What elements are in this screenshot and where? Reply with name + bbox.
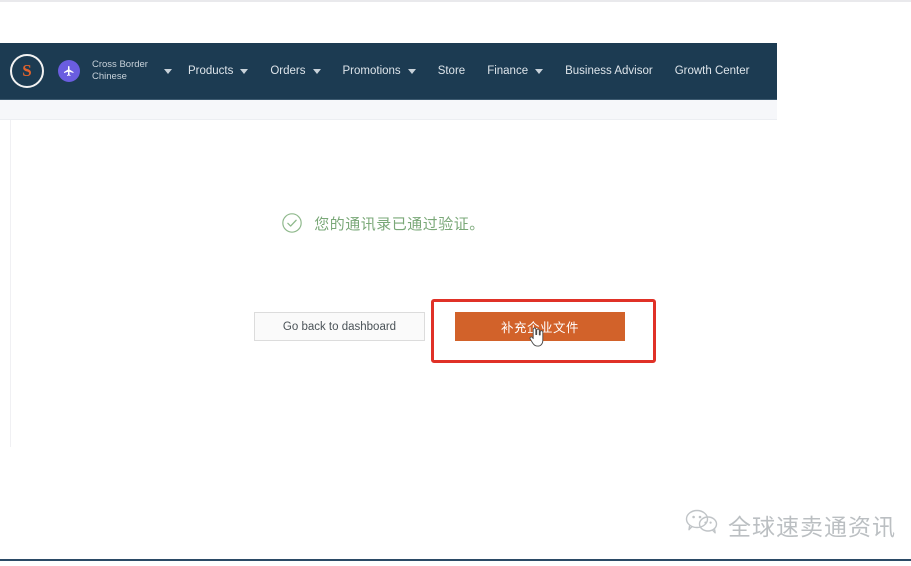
top-navigation-bar: S Cross Border Chinese Products Orders P… xyxy=(0,43,777,99)
supplement-enterprise-documents-button[interactable]: 补充企业文件 xyxy=(455,312,625,341)
circle-check-icon xyxy=(281,212,303,234)
top-divider xyxy=(0,0,911,2)
nav-item-label: Finance xyxy=(487,65,529,77)
nav-item-label: Orders xyxy=(270,65,306,77)
chevron-down-icon xyxy=(240,68,249,74)
verification-success-message: 您的通讯录已通过验证。 xyxy=(0,212,766,234)
nav-item-promotions[interactable]: Promotions xyxy=(343,65,416,77)
nav-item-label: Business Advisor xyxy=(565,65,653,77)
main-content-card xyxy=(10,120,776,447)
go-back-to-dashboard-button[interactable]: Go back to dashboard xyxy=(254,312,425,341)
account-switcher[interactable]: Cross Border Chinese xyxy=(92,59,172,83)
nav-item-orders[interactable]: Orders xyxy=(270,65,321,77)
bottom-divider xyxy=(0,559,911,561)
nav-item-label: Growth Center xyxy=(674,65,750,77)
account-switcher-line2: Chinese xyxy=(92,71,127,82)
wechat-icon xyxy=(685,509,719,541)
nav-item-finance[interactable]: Finance xyxy=(487,65,544,77)
nav-item-growth-center[interactable]: Growth Center xyxy=(675,65,750,77)
nav-item-label: Store xyxy=(437,65,466,77)
sub-header-strip xyxy=(0,99,777,120)
brand-logo[interactable]: S xyxy=(10,54,44,88)
account-switcher-line1: Cross Border xyxy=(92,59,148,70)
airplane-icon[interactable] xyxy=(58,60,80,82)
success-message-text: 您的通讯录已通过验证。 xyxy=(314,215,485,233)
nav-item-store[interactable]: Store xyxy=(438,65,466,77)
nav-item-label: Promotions xyxy=(342,65,401,77)
nav-item-label: Products xyxy=(187,65,234,77)
nav-item-business-advisor[interactable]: Business Advisor xyxy=(565,65,653,77)
watermark-text: 全球速卖通资讯 xyxy=(728,514,896,540)
chevron-down-icon xyxy=(535,68,544,74)
nav-item-products[interactable]: Products xyxy=(187,65,249,77)
chevron-down-icon xyxy=(407,68,416,74)
chevron-down-icon xyxy=(312,68,321,74)
watermark: 全球速卖通资讯 xyxy=(685,508,896,542)
navigation-menu: Products Orders Promotions Store Finance… xyxy=(188,65,772,77)
chevron-down-icon xyxy=(163,68,172,74)
brand-logo-letter: S xyxy=(22,61,32,80)
